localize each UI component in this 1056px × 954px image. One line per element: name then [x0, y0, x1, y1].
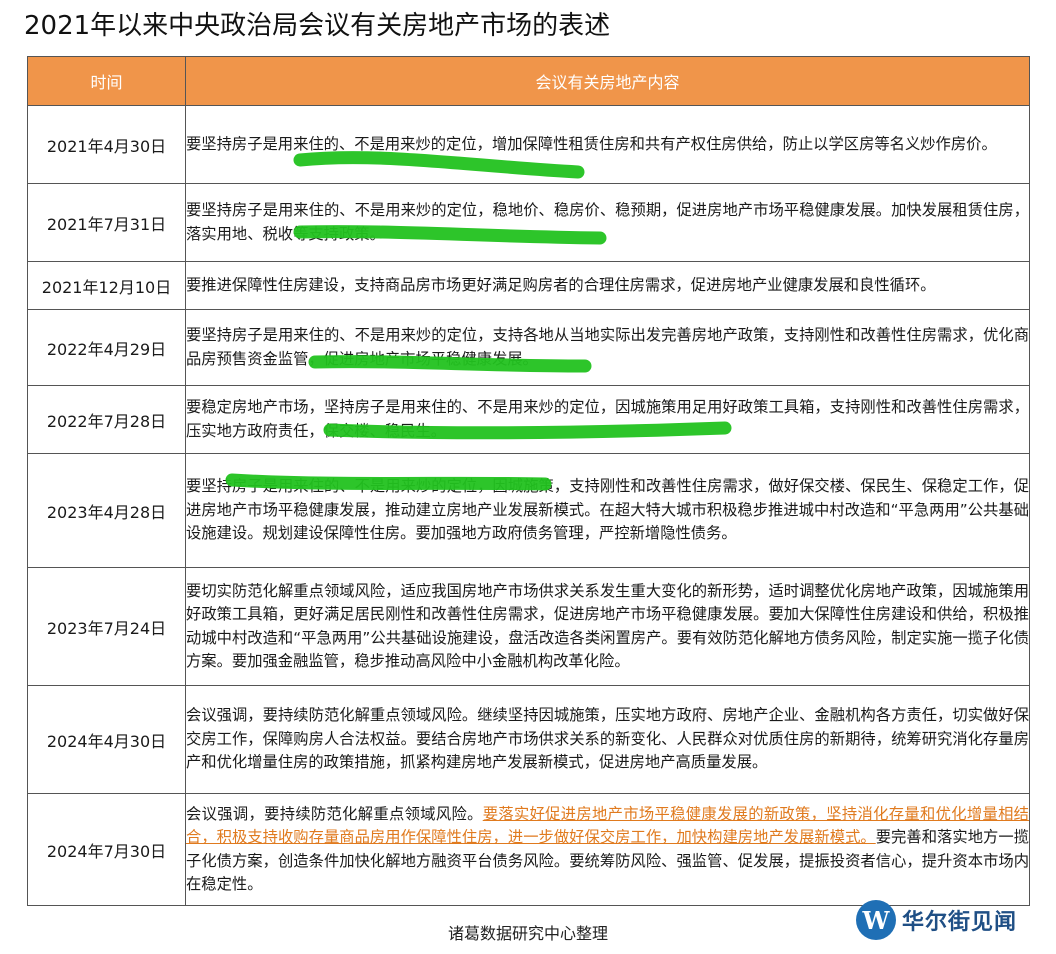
table-row: 2022年4月29日 要坚持房子是用来住的、不是用来炒的定位，支持各地从当地实际… [27, 309, 1030, 386]
table-row: 2021年7月31日 要坚持房子是用来住的、不是用来炒的定位，稳地价、稳房价、稳… [27, 183, 1030, 262]
content-plain-start: 会议强调，要持续防范化解重点领域风险。 [186, 804, 483, 823]
row-date: 2024年7月30日 [27, 793, 186, 906]
row-content: 要坚持房子是用来住的、不是用来炒的定位，稳地价、稳房价、稳预期，促进房地产市场平… [185, 183, 1030, 262]
row-date: 2022年7月28日 [27, 385, 186, 454]
watermark-text: 华尔街见闻 [902, 909, 1018, 935]
row-date: 2023年4月28日 [27, 453, 186, 568]
row-date: 2024年4月30日 [27, 685, 186, 794]
page-title: 2021年以来中央政治局会议有关房地产市场的表述 [24, 11, 611, 41]
table-row: 2022年7月28日 要稳定房地产市场，坚持房子是用来住的、不是用来炒的定位，因… [27, 385, 1030, 454]
row-date: 2022年4月29日 [27, 309, 186, 386]
table-row: 2024年4月30日 会议强调，要持续防范化解重点领域风险。继续坚持因城施策，压… [27, 685, 1030, 794]
table-header-row: 时间 会议有关房地产内容 [27, 56, 1030, 106]
table-row: 2021年12月10日 要推进保障性住房建设，支持商品房市场更好满足购房者的合理… [27, 261, 1030, 310]
header-content: 会议有关房地产内容 [185, 56, 1030, 106]
table-row: 2021年4月30日 要坚持房子是用来住的、不是用来炒的定位，增加保障性租赁住房… [27, 105, 1030, 184]
row-date: 2023年7月24日 [27, 567, 186, 686]
row-date: 2021年12月10日 [27, 261, 186, 310]
row-content: 会议强调，要持续防范化解重点领域风险。继续坚持因城施策，压实地方政府、房地产企业… [185, 685, 1030, 794]
row-content: 要稳定房地产市场，坚持房子是用来住的、不是用来炒的定位，因城施策用足用好政策工具… [185, 385, 1030, 454]
table-row: 2023年7月24日 要切实防范化解重点领域风险，适应我国房地产市场供求关系发生… [27, 567, 1030, 686]
table-row: 2024年7月30日 会议强调，要持续防范化解重点领域风险。要落实好促进房地产市… [27, 793, 1030, 906]
row-content: 要坚持房子是用来住的、不是用来炒的定位，支持各地从当地实际出发完善房地产政策，支… [185, 309, 1030, 386]
row-date: 2021年7月31日 [27, 183, 186, 262]
watermark-logo: W 华尔街见闻 [856, 898, 1017, 942]
row-content: 要坚持房子是用来住的、不是用来炒的定位，因城施策，支持刚性和改善性住房需求，做好… [185, 453, 1030, 568]
header-date: 时间 [27, 56, 186, 106]
table-row: 2023年4月28日 要坚持房子是用来住的、不是用来炒的定位，因城施策，支持刚性… [27, 453, 1030, 568]
policy-table: 时间 会议有关房地产内容 2021年4月30日 要坚持房子是用来住的、不是用来炒… [27, 56, 1030, 906]
row-content: 要切实防范化解重点领域风险，适应我国房地产市场供求关系发生重大变化的新形势，适时… [185, 567, 1030, 686]
row-content: 要坚持房子是用来住的、不是用来炒的定位，增加保障性租赁住房和共有产权住房供给，防… [185, 105, 1030, 184]
row-content: 要推进保障性住房建设，支持商品房市场更好满足购房者的合理住房需求，促进房地产业健… [185, 261, 1030, 310]
row-date: 2021年4月30日 [27, 105, 186, 184]
wallstreetcn-logo-icon: W [856, 900, 896, 940]
row-content: 会议强调，要持续防范化解重点领域风险。要落实好促进房地产市场平稳健康发展的新政策… [185, 793, 1030, 906]
